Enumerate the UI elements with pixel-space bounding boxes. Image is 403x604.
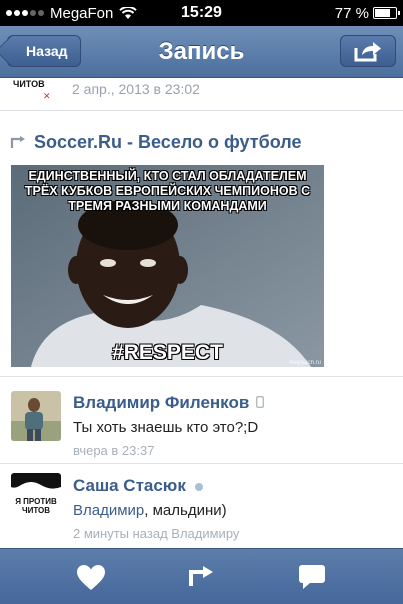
comment-time: 2 минуты назад Владимиру	[73, 526, 240, 541]
comment-icon	[299, 565, 325, 589]
reply-mention-link[interactable]: Владимир	[73, 502, 144, 519]
meme-caption-line-2: ТРЁХ КУБКОВ ЕВРОПЕЙСКИХ ЧЕМПИОНОВ С	[24, 184, 311, 198]
comment-author: Владимир Филенков	[73, 393, 264, 413]
comment-button[interactable]	[245, 549, 379, 604]
like-icon	[77, 564, 105, 590]
comment-author-name[interactable]: Владимир Филенков	[73, 393, 249, 412]
meme-caption-line-1: ЕДИНСТВЕННЫЙ, КТО СТАЛ ОБЛАДАТЕЛЕМ	[28, 169, 307, 183]
logo-mark-icon: ✕	[43, 91, 51, 101]
comment-author: Саша Стасюк	[73, 476, 203, 496]
repost-source-title: Soccer.Ru - Весело о футболе	[34, 132, 302, 152]
battery-level	[375, 9, 390, 17]
comment-item[interactable]: Владимир Филенков Ты хоть знаешь кто это…	[0, 377, 403, 463]
repost-source[interactable]: Soccer.Ru - Весело о футболе	[10, 132, 301, 153]
mobile-icon	[256, 396, 264, 408]
battery-icon	[373, 7, 400, 19]
repost-icon	[10, 135, 25, 148]
post-date: 2 апр., 2013 в 23:02	[72, 81, 200, 97]
post-content: ЧИТОВ ✕ 2 апр., 2013 в 23:02 Soccer.Ru -…	[0, 79, 403, 548]
meme-watermark: mapyach.ru	[289, 360, 321, 366]
post-image[interactable]: ЕДИНСТВЕННЫЙ, КТО СТАЛ ОБЛАДАТЕЛЕМ ТРЁХ …	[11, 165, 324, 367]
repost-icon	[189, 566, 213, 586]
navigation-bar: Назад Запись	[0, 26, 403, 78]
group-logo-text: ЧИТОВ	[13, 79, 45, 89]
comment-item[interactable]: Я ПРОТИВ ЧИТОВ Саша Стасюк Владимир, мал…	[0, 464, 403, 548]
comment-text: Владимир, мальдини)	[73, 502, 227, 519]
battery-percent: 77 %	[334, 4, 369, 22]
meme-caption-line-3: ТРЕМЯ РАЗНЫМИ КОМАНДАМИ	[68, 199, 267, 213]
avatar-text: Я ПРОТИВ ЧИТОВ	[15, 497, 57, 515]
status-bar: MegaFon 15:29 77 %	[0, 0, 403, 26]
comment-text-rest: , мальдини)	[144, 502, 227, 519]
share-icon	[354, 42, 381, 62]
status-right: 77 %	[334, 4, 400, 22]
action-bar	[0, 548, 403, 604]
comment-author-name[interactable]: Саша Стасюк	[73, 476, 186, 495]
comment-time: вчера в 23:37	[73, 443, 155, 458]
meme-hashtag: #RESPECT	[112, 341, 223, 364]
avatar[interactable]	[11, 391, 61, 441]
comment-text: Ты хоть знаешь кто это?;D	[73, 419, 259, 436]
avatar[interactable]: Я ПРОТИВ ЧИТОВ	[11, 473, 61, 523]
online-dot-icon	[194, 482, 203, 491]
share-button[interactable]	[340, 35, 396, 67]
group-logo: ЧИТОВ ✕	[11, 79, 61, 103]
previous-item-row[interactable]: ЧИТОВ ✕ 2 апр., 2013 в 23:02	[0, 79, 403, 111]
